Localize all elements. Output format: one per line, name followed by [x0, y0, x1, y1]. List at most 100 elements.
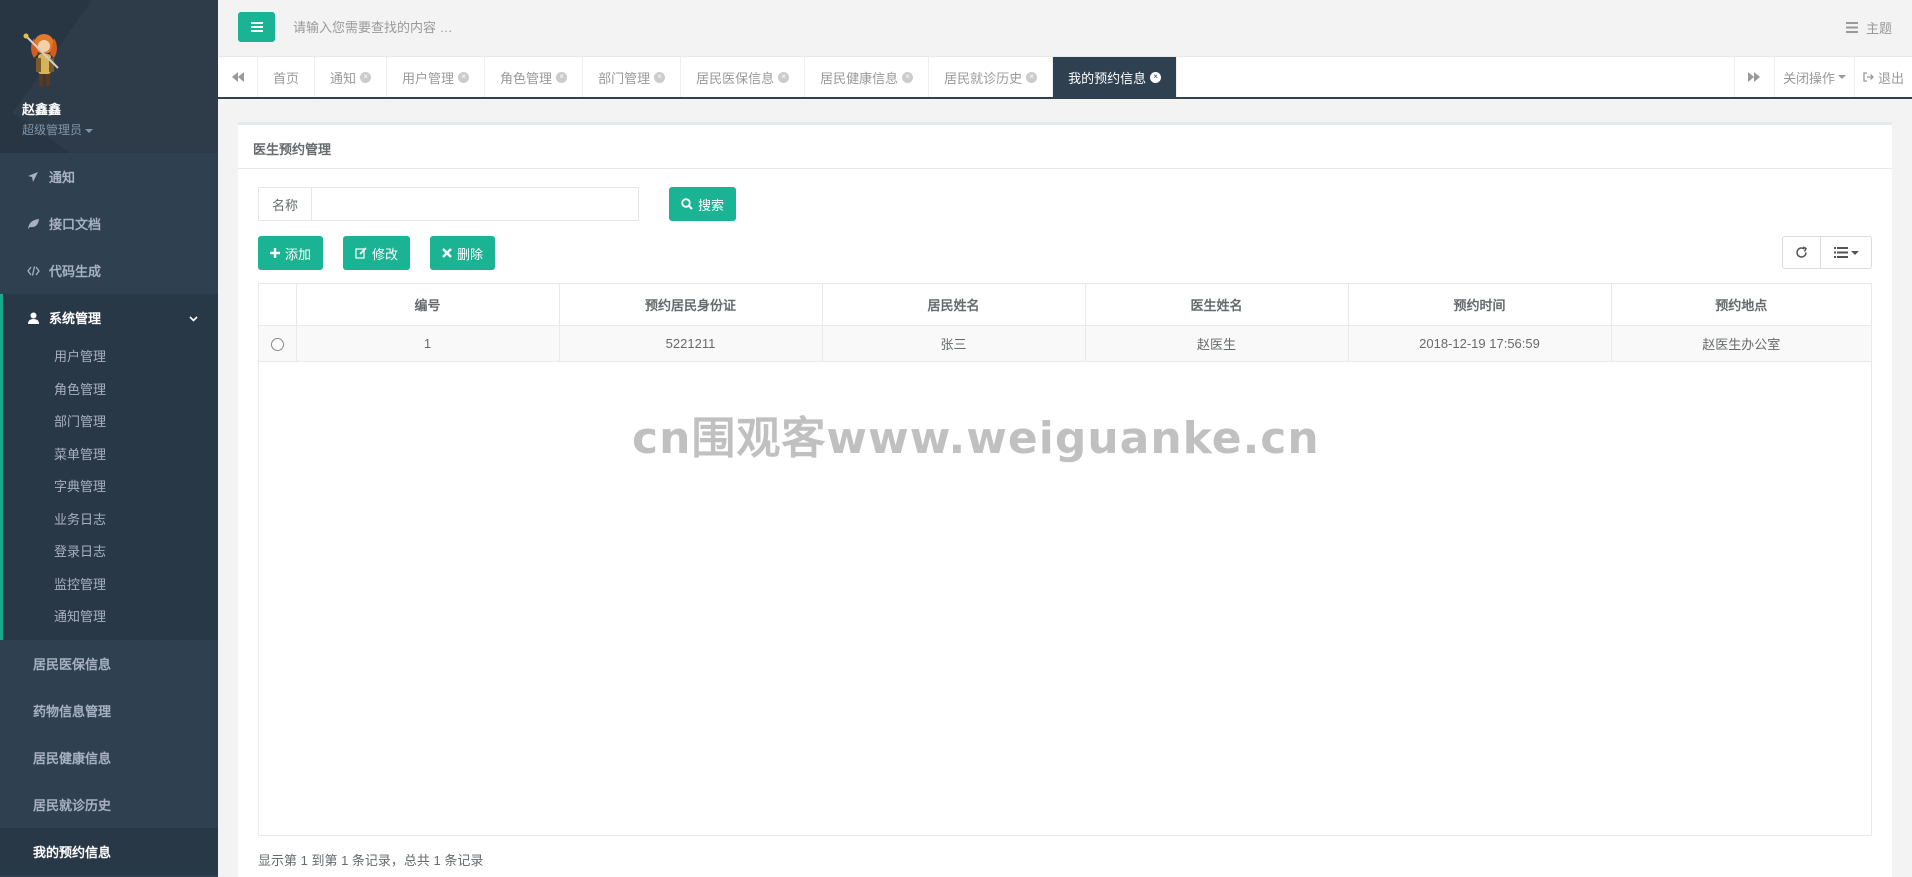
edit-button-label: 修改 — [372, 246, 399, 262]
column-header-id[interactable]: 编号 — [296, 284, 560, 326]
user-role-label: 超级管理员 — [22, 123, 83, 137]
cell-id: 1 — [296, 325, 560, 362]
add-button[interactable]: 添加 — [258, 236, 324, 270]
profile-block: 赵鑫鑫 超级管理员 — [0, 0, 218, 153]
topbar: 主题 — [218, 0, 1912, 57]
table-tools — [1782, 236, 1872, 269]
search-filter: 名称 — [258, 187, 639, 221]
caret-down-icon — [1850, 250, 1859, 255]
search-button[interactable]: 搜索 — [669, 187, 737, 221]
refresh-button[interactable] — [1782, 236, 1821, 269]
sidebar-item-resident-insurance[interactable]: 居民医保信息 — [0, 640, 218, 687]
theme-button[interactable]: 主题 — [1845, 18, 1892, 37]
name-label: 名称 — [258, 187, 311, 221]
global-search-input[interactable] — [293, 17, 693, 37]
nav-item-codegen[interactable]: 代码生成 — [0, 247, 218, 294]
cell-resident-id-card: 5221211 — [559, 325, 823, 362]
sidebar-item-menu-management[interactable]: 菜单管理 — [3, 439, 218, 472]
sidebar-item-dept-management[interactable]: 部门管理 — [3, 406, 218, 439]
tab-list: 首页 通知 × 用户管理 × 角色管理 × 部门管理 × 居民医保信息 × 居民健康信息 ×… — [258, 57, 1178, 97]
code-icon — [26, 264, 40, 278]
close-circle-icon[interactable]: × — [458, 71, 470, 83]
tab-label: 通知 — [330, 70, 357, 86]
nav-item-api-docs[interactable]: 接口文档 — [0, 200, 218, 247]
logout-button[interactable]: 退出 — [1853, 57, 1912, 97]
delete-button[interactable]: 删除 — [430, 236, 496, 270]
tab-dept-management[interactable]: 部门管理 × — [583, 57, 682, 97]
tab-user-management[interactable]: 用户管理 × — [387, 57, 486, 97]
logout-label: 退出 — [1877, 70, 1904, 86]
backward-icon — [231, 72, 244, 82]
table-header-row: 编号 预约居民身份证 居民姓名 医生姓名 预约时间 预约地点 — [259, 284, 1871, 326]
tab-scroll-right-button[interactable] — [1733, 57, 1774, 97]
tab-label: 居民就诊历史 — [944, 70, 1023, 86]
nav-item-notice[interactable]: 通知 — [0, 153, 218, 200]
menu-toggle-button[interactable] — [238, 12, 275, 42]
nav-item-label: 通知 — [49, 170, 76, 185]
sidebar-item-dict-management[interactable]: 字典管理 — [3, 471, 218, 504]
delete-button-label: 删除 — [457, 246, 484, 262]
tab-actions: 关闭操作 退出 — [1733, 57, 1912, 97]
close-circle-icon[interactable]: × — [778, 71, 790, 83]
sidebar-item-login-log[interactable]: 登录日志 — [3, 536, 218, 569]
column-header-appointment-location[interactable]: 预约地点 — [1611, 284, 1871, 326]
row-radio[interactable] — [270, 337, 284, 351]
avatar[interactable] — [22, 28, 74, 90]
bars-icon — [250, 22, 263, 32]
edit-icon — [355, 247, 367, 259]
user-role-dropdown[interactable]: 超级管理员 — [22, 121, 218, 138]
close-operations-dropdown[interactable]: 关闭操作 — [1773, 57, 1854, 97]
user-icon — [26, 311, 40, 325]
sidebar-item-my-appointments[interactable]: 我的预约信息 — [0, 827, 218, 875]
close-circle-icon[interactable]: × — [902, 71, 914, 83]
tab-label: 居民健康信息 — [820, 70, 899, 86]
sidebar-item-resident-health[interactable]: 居民健康信息 — [0, 734, 218, 781]
sidebar-item-visit-history[interactable]: 居民就诊历史 — [0, 781, 218, 828]
tab-label: 角色管理 — [500, 70, 553, 86]
close-circle-icon[interactable]: × — [360, 71, 372, 83]
chevron-down-icon — [189, 310, 198, 325]
edit-button[interactable]: 修改 — [343, 236, 411, 270]
column-header-doctor-name[interactable]: 医生姓名 — [1085, 284, 1349, 326]
close-circle-icon[interactable]: × — [556, 71, 568, 83]
tab-role-management[interactable]: 角色管理 × — [485, 57, 584, 97]
caret-down-icon — [85, 128, 94, 133]
sidebar-item-business-log[interactable]: 业务日志 — [3, 504, 218, 537]
tasks-icon — [1845, 22, 1858, 33]
sidebar-item-drug-management[interactable]: 药物信息管理 — [0, 687, 218, 734]
tab-resident-insurance[interactable]: 居民医保信息 × — [681, 57, 806, 97]
tab-home[interactable]: 首页 — [258, 57, 316, 97]
sidebar-item-notice-management[interactable]: 通知管理 — [3, 601, 218, 634]
nav-item-label: 系统管理 — [49, 311, 102, 326]
cell-resident-name: 张三 — [822, 325, 1086, 362]
panel-title: 医生预约管理 — [238, 125, 1892, 169]
column-header-resident-id-card[interactable]: 预约居民身份证 — [559, 284, 823, 326]
tab-my-appointments[interactable]: 我的预约信息 × — [1053, 57, 1178, 97]
sidebar-item-monitor[interactable]: 监控管理 — [3, 569, 218, 602]
appointments-table: 编号 预约居民身份证 居民姓名 医生姓名 预约时间 预约地点 1 5221211… — [258, 283, 1872, 836]
name-search-input[interactable] — [311, 187, 639, 221]
tab-notice[interactable]: 通知 × — [315, 57, 388, 97]
tab-label: 用户管理 — [402, 70, 455, 86]
sidebar-item-user-management[interactable]: 用户管理 — [3, 341, 218, 374]
column-header-resident-name[interactable]: 居民姓名 — [822, 284, 1086, 326]
row-select-cell — [259, 325, 297, 362]
list-icon — [1833, 247, 1848, 258]
sidebar: 赵鑫鑫 超级管理员 通知 接口文档 代码生成 系统管理 用户管理 角色管理 部门… — [0, 0, 218, 877]
theme-label: 主题 — [1865, 21, 1892, 36]
sidebar-item-role-management[interactable]: 角色管理 — [3, 374, 218, 407]
columns-dropdown-button[interactable] — [1821, 236, 1872, 269]
nav-item-system-management[interactable]: 系统管理 — [0, 294, 218, 341]
close-circle-icon[interactable]: × — [1026, 71, 1038, 83]
column-header-appointment-time[interactable]: 预约时间 — [1348, 284, 1612, 326]
table-row[interactable]: 1 5221211 张三 赵医生 2018-12-19 17:56:59 赵医生… — [259, 325, 1871, 362]
tab-visit-history[interactable]: 居民就诊历史 × — [929, 57, 1054, 97]
nav-item-label: 代码生成 — [49, 264, 102, 279]
tab-scroll-left-button[interactable] — [218, 57, 258, 97]
tab-resident-health[interactable]: 居民健康信息 × — [805, 57, 930, 97]
leaf-icon — [26, 217, 40, 231]
data-table: 编号 预约居民身份证 居民姓名 医生姓名 预约时间 预约地点 1 5221211… — [259, 284, 1871, 362]
close-circle-icon[interactable]: × — [1150, 71, 1162, 83]
close-circle-icon[interactable]: × — [654, 71, 666, 83]
submenu-system: 用户管理 角色管理 部门管理 菜单管理 字典管理 业务日志 登录日志 监控管理 … — [0, 341, 218, 640]
